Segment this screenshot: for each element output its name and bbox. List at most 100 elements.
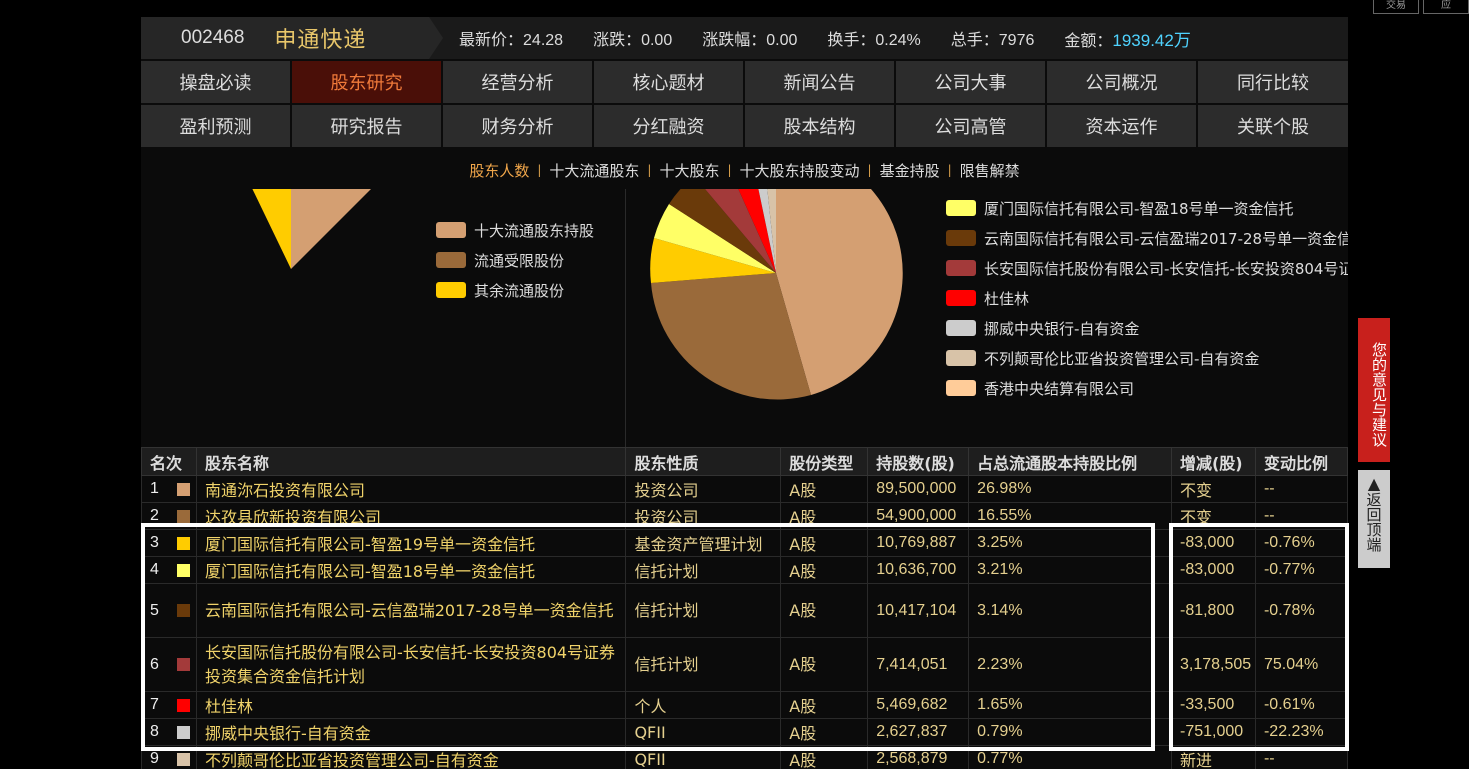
quote-item: 总手：7976 bbox=[951, 26, 1035, 51]
nav-tab[interactable]: 公司概况 bbox=[1047, 61, 1196, 103]
quote-item: 涨跌：0.00 bbox=[593, 26, 672, 51]
holder-name-link[interactable]: 厦门国际信托有限公司-智盈18号单一资金信托 bbox=[205, 562, 535, 581]
quote-label: 金额： bbox=[1064, 30, 1113, 50]
legend-item: 云南国际信托有限公司-云信盈瑞2017-28号单一资金信托 bbox=[946, 223, 1348, 253]
quote-value: 0.00 bbox=[641, 31, 673, 49]
legend-swatch bbox=[436, 252, 466, 268]
nav-tab[interactable]: 新闻公告 bbox=[745, 61, 894, 103]
shares-held: 5,469,682 bbox=[867, 691, 970, 719]
pie2-legend: 厦门国际信托有限公司-智盈18号单一资金信托 云南国际信托有限公司-云信盈瑞201… bbox=[946, 193, 1348, 403]
table-row[interactable]: 9 不列颠哥伦比亚省投资管理公司-自有资金 QFII A股 2,568,879 0.77%… bbox=[141, 745, 1349, 769]
trade-tab[interactable]: 交易 bbox=[1373, 0, 1419, 14]
holding-ratio: 3.21% bbox=[968, 556, 1172, 584]
legend-item: 香港中央结算有限公司 bbox=[946, 373, 1348, 403]
shares-held: 10,636,700 bbox=[867, 556, 970, 584]
nav-tab[interactable]: 同行比较 bbox=[1198, 61, 1348, 103]
subtab[interactable]: 十大股东持股变动 bbox=[732, 160, 868, 181]
color-marker bbox=[176, 536, 190, 550]
table-row[interactable]: 2 达孜县欣新投资有限公司 投资公司 A股 54,900,000 16.55% 不变 -- bbox=[141, 502, 1349, 530]
holder-name-link[interactable]: 不列颠哥伦比亚省投资管理公司-自有资金 bbox=[205, 751, 499, 769]
holder-name-link[interactable]: 南通沵石投资有限公司 bbox=[205, 481, 365, 500]
rank-number: 7 bbox=[150, 696, 159, 713]
nav-tab[interactable]: 操盘必读 bbox=[141, 61, 290, 103]
table-header: 名次 股东名称 股东性质 股份类型 持股数(股) 占总流通股本持股比例 增减(股) 变动比例 bbox=[141, 447, 1349, 476]
holding-ratio: 0.79% bbox=[968, 718, 1172, 746]
nav-row-2: 盈利预测 研究报告 财务分析 分红融资 股本结构 公司高管 资本运作 关联个股 bbox=[141, 105, 1348, 147]
holder-nature: 信托计划 bbox=[625, 583, 782, 638]
column-header[interactable]: 占总流通股本持股比例 bbox=[968, 447, 1172, 476]
table-row[interactable]: 6 长安国际信托股份有限公司-长安信托-长安投资804号证券投资集合资金信托计划信… bbox=[141, 637, 1349, 692]
legend-swatch bbox=[946, 380, 976, 396]
column-header[interactable]: 股东性质 bbox=[625, 447, 782, 476]
table-row[interactable]: 7 杜佳林 个人 A股 5,469,682 1.65% -33,500 -0.61% bbox=[141, 691, 1349, 719]
table-row[interactable]: 4 厦门国际信托有限公司-智盈18号单一资金信托 信托计划 A股 10,636,700 3… bbox=[141, 556, 1349, 584]
column-header[interactable]: 股份类型 bbox=[780, 447, 869, 476]
nav-tab[interactable]: 财务分析 bbox=[443, 105, 592, 147]
share-type: A股 bbox=[780, 637, 869, 692]
nav-tab[interactable]: 分红融资 bbox=[594, 105, 743, 147]
nav-tab[interactable]: 公司高管 bbox=[896, 105, 1045, 147]
holder-name-cell: 挪威中央银行-自有资金 bbox=[195, 718, 627, 746]
up-arrow-icon: ▲ bbox=[1367, 474, 1381, 493]
quote-label: 涨跌幅： bbox=[702, 29, 767, 49]
legend-label: 不列颠哥伦比亚省投资管理公司-自有资金 bbox=[984, 349, 1260, 368]
column-header[interactable]: 持股数(股) bbox=[867, 447, 970, 476]
rank-wrap: 7 bbox=[150, 696, 196, 714]
column-header[interactable]: 增减(股) bbox=[1170, 447, 1256, 476]
color-marker bbox=[176, 509, 190, 523]
holder-name-link[interactable]: 挪威中央银行-自有资金 bbox=[205, 724, 371, 743]
holder-name-link[interactable]: 长安国际信托股份有限公司-长安信托-长安投资804号证券投资集合资金信托计划 bbox=[205, 643, 615, 686]
legend-label: 挪威中央银行-自有资金 bbox=[984, 319, 1140, 338]
subtab[interactable]: 限售解禁 bbox=[952, 160, 1028, 181]
shares-held: 89,500,000 bbox=[867, 475, 970, 503]
nav-tab[interactable]: 资本运作 bbox=[1047, 105, 1196, 147]
subtab[interactable]: 股东人数 bbox=[461, 160, 537, 181]
nav-tab[interactable]: 关联个股 bbox=[1198, 105, 1348, 147]
holder-name-cell: 厦门国际信托有限公司-智盈18号单一资金信托 bbox=[195, 556, 627, 584]
nav-tab[interactable]: 核心题材 bbox=[594, 61, 743, 103]
table-row[interactable]: 8 挪威中央银行-自有资金 QFII A股 2,627,837 0.79% -751,000… bbox=[141, 718, 1349, 746]
share-change: -33,500 bbox=[1170, 691, 1256, 719]
nav-tab[interactable]: 研究报告 bbox=[292, 105, 441, 147]
shareholder-subtabs: 股东人数 | 十大流通股东 | 十大股东 | 十大股东持股变动 | 基金持股 | 限售解禁 bbox=[141, 157, 1348, 183]
holder-name-link[interactable]: 达孜县欣新投资有限公司 bbox=[205, 508, 381, 527]
pie1-slice-top10 bbox=[291, 189, 371, 269]
rank-number: 8 bbox=[150, 723, 159, 740]
column-header[interactable]: 名次 bbox=[141, 447, 197, 476]
rank-cell: 2 bbox=[141, 502, 197, 530]
holder-name-link[interactable]: 厦门国际信托有限公司-智盈19号单一资金信托 bbox=[205, 535, 535, 554]
share-change: 不变 bbox=[1170, 475, 1256, 503]
back-to-top-button[interactable]: ▲ 返回顶端 bbox=[1358, 470, 1390, 568]
pie1-slice-other bbox=[252, 189, 291, 269]
column-header[interactable]: 股东名称 bbox=[195, 447, 627, 476]
subtab[interactable]: 十大股东 bbox=[651, 160, 727, 181]
table-row[interactable]: 3 厦门国际信托有限公司-智盈19号单一资金信托 基金资产管理计划 A股 10,769,… bbox=[141, 529, 1349, 557]
holder-name-link[interactable]: 云南国际信托有限公司-云信盈瑞2017-28号单一资金信托 bbox=[205, 601, 614, 620]
share-change: -81,800 bbox=[1170, 583, 1256, 638]
rank-number: 1 bbox=[150, 480, 159, 497]
nav-tab[interactable]: 股本结构 bbox=[745, 105, 894, 147]
nav-tab[interactable]: 经营分析 bbox=[443, 61, 592, 103]
table-row[interactable]: 1 南通沵石投资有限公司 投资公司 A股 89,500,000 26.98% 不变 -- bbox=[141, 475, 1349, 503]
nav-tab[interactable]: 股东研究 bbox=[292, 61, 441, 103]
column-header[interactable]: 变动比例 bbox=[1254, 447, 1349, 476]
holder-name-link[interactable]: 杜佳林 bbox=[205, 697, 253, 716]
holder-nature: 投资公司 bbox=[625, 475, 782, 503]
quote-items: 最新价：24.28 涨跌：0.00 涨跌幅：0.00 换手：0.24% 总手：7976 金… bbox=[459, 26, 1221, 51]
shares-held: 54,900,000 bbox=[867, 502, 970, 530]
rank-wrap: 8 bbox=[150, 723, 196, 741]
legend-item: 其余流通股份 bbox=[436, 275, 594, 305]
nav-tab[interactable]: 公司大事 bbox=[896, 61, 1045, 103]
stock-name: 申通快递 bbox=[274, 28, 367, 53]
app-tab[interactable]: 应 bbox=[1423, 0, 1469, 14]
table-row[interactable]: 5 云南国际信托有限公司-云信盈瑞2017-28号单一资金信托 信托计划 A股 10,4… bbox=[141, 583, 1349, 638]
legend-item: 杜佳林 bbox=[946, 283, 1348, 313]
nav-tab[interactable]: 盈利预测 bbox=[141, 105, 290, 147]
quote-value: 7976 bbox=[998, 31, 1035, 49]
change-pct: -0.77% bbox=[1254, 556, 1349, 584]
subtab[interactable]: 基金持股 bbox=[872, 160, 948, 181]
quote-label: 最新价： bbox=[459, 29, 524, 49]
subtab[interactable]: 十大流通股东 bbox=[541, 160, 647, 181]
feedback-button[interactable]: 您的意见与建议 bbox=[1358, 318, 1390, 462]
table-body: 1 南通沵石投资有限公司 投资公司 A股 89,500,000 26.98% 不变 -- 2 达孜… bbox=[141, 475, 1349, 769]
